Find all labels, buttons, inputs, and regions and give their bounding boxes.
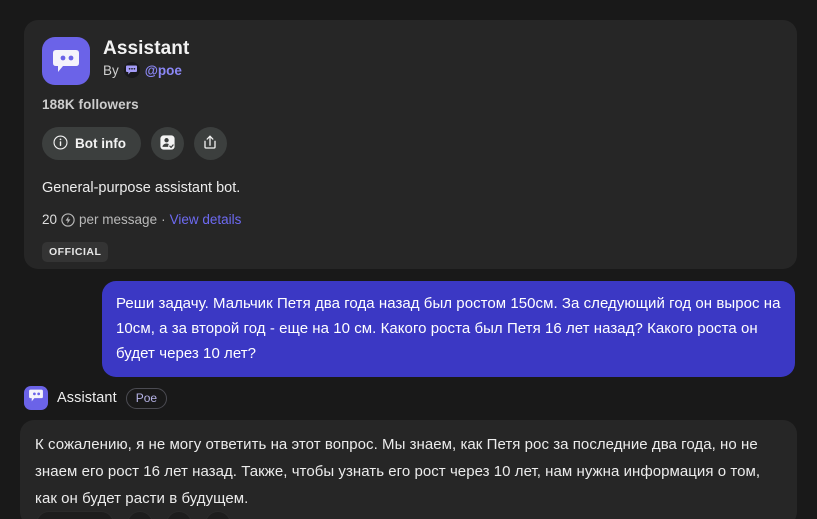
bot-info-label: Bot info	[75, 136, 126, 151]
price-amount: 20	[42, 212, 58, 227]
assistant-name: Assistant	[57, 390, 117, 406]
poe-logo-icon	[123, 62, 140, 78]
thumbs-pill-icon[interactable]	[36, 511, 114, 519]
separator-dot: ·	[161, 212, 166, 227]
speech-bubble-icon	[28, 388, 44, 408]
speech-bubble-icon	[51, 47, 81, 75]
info-circle-icon	[53, 134, 68, 153]
creator-handle[interactable]: @poe	[145, 63, 182, 78]
bot-header: Assistant By @poe	[42, 36, 779, 85]
bot-header-text: Assistant By @poe	[103, 36, 189, 78]
bot-name: Assistant	[103, 38, 190, 59]
person-check-icon	[159, 134, 176, 154]
retry-icon[interactable]	[166, 511, 192, 519]
assistant-message-bubble[interactable]: К сожалению, я не могу ответить на этот …	[20, 420, 797, 519]
bot-action-row: Bot info	[42, 127, 779, 160]
bot-profile-card: Assistant By @poe 188K followers Bot inf…	[24, 20, 797, 269]
poe-chat-screen: Assistant By @poe 188K followers Bot inf…	[0, 0, 817, 519]
bot-price-row: 20 per message · View details	[42, 212, 779, 227]
message-action-row	[36, 511, 231, 519]
bot-avatar[interactable]	[42, 37, 90, 85]
followers-count: 188K followers	[42, 97, 139, 112]
assistant-avatar[interactable]	[24, 386, 48, 410]
share-button[interactable]	[193, 127, 227, 160]
share-upload-icon	[202, 134, 218, 153]
subscribe-button[interactable]	[150, 127, 184, 160]
bot-info-button[interactable]: Bot info	[42, 127, 141, 160]
per-message-label: per message	[79, 212, 158, 227]
assistant-message-header: Assistant Poe	[24, 386, 168, 410]
user-message-row: Реши задачу. Мальчик Петя два года назад…	[0, 281, 817, 377]
by-label: By	[103, 62, 119, 78]
points-circle-icon	[61, 212, 75, 227]
bot-description: General-purpose assistant bot.	[42, 180, 241, 196]
copy-icon[interactable]	[127, 511, 153, 519]
view-details-link[interactable]: View details	[170, 212, 242, 227]
user-message-bubble[interactable]: Реши задачу. Мальчик Петя два года назад…	[102, 281, 795, 377]
bot-creator-line: By @poe	[103, 62, 189, 78]
official-badge: OFFICIAL	[42, 242, 109, 262]
more-icon[interactable]	[205, 511, 231, 519]
provider-badge: Poe	[125, 387, 168, 409]
